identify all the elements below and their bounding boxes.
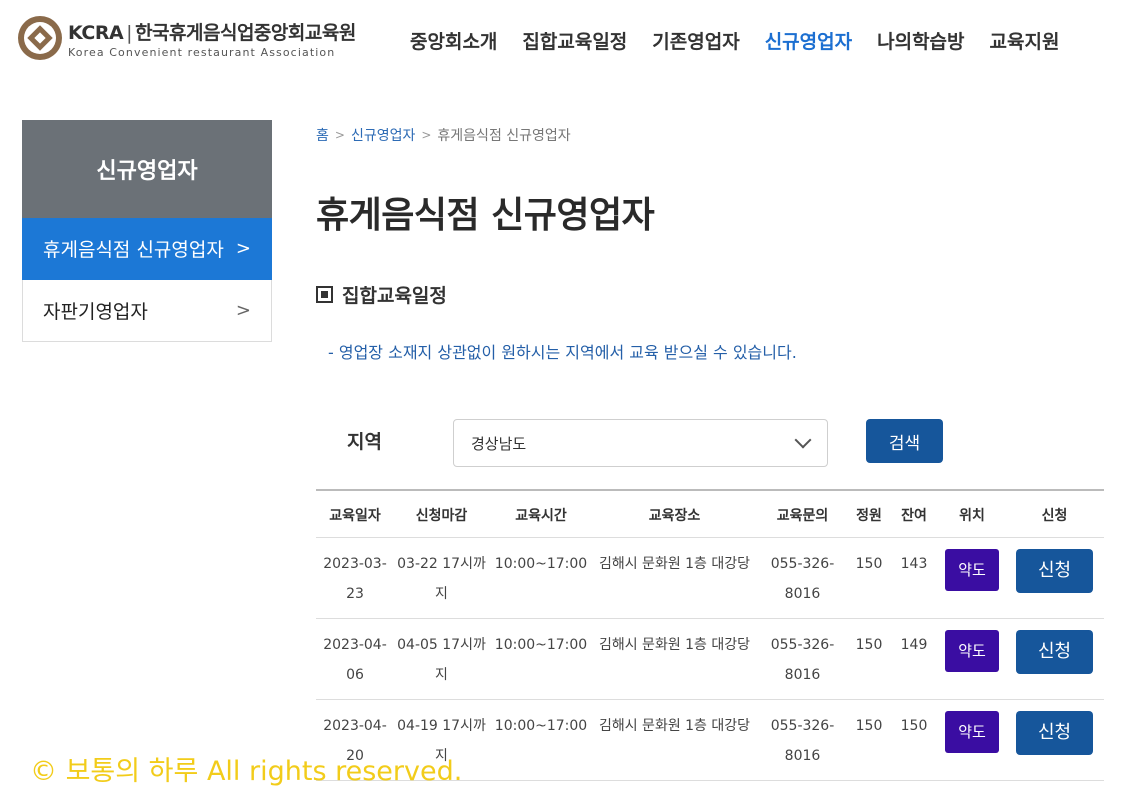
cell-contact: 055-326-8016 [756, 618, 849, 700]
cell-deadline: 04-05 17시까지 [394, 618, 489, 700]
nav-item-my-study[interactable]: 나의학습방 [877, 27, 964, 54]
cell-place: 김해시 문화원 1층 대강당 [593, 618, 756, 700]
breadcrumb-separator-icon: > [334, 128, 345, 142]
chevron-right-icon: > [235, 300, 251, 321]
site-logo[interactable]: KCRA | 한국휴게음식업중앙회교육원 Korea Convenient rest… [18, 16, 356, 60]
col-header-location: 위치 [939, 489, 1005, 538]
schedule-table: 교육일자 신청마감 교육시간 교육장소 교육문의 정원 잔여 위치 신청 202… [316, 489, 1104, 781]
sidebar-item-label: 자판기영업자 [43, 301, 148, 323]
table-row: 2023-03-23 03-22 17시까지 10:00~17:00 김해시 문… [316, 537, 1104, 619]
cell-date: 2023-04-06 [316, 618, 394, 700]
cell-remaining: 143 [889, 537, 939, 619]
col-header-date: 교육일자 [316, 489, 394, 538]
table-row: 2023-04-06 04-05 17시까지 10:00~17:00 김해시 문… [316, 618, 1104, 700]
main-nav: 중앙회소개 집합교육일정 기존영업자 신규영업자 나의학습방 교육지원 [410, 27, 1084, 54]
square-bullet-icon [316, 286, 333, 303]
region-select[interactable]: 경상남도 [453, 419, 828, 467]
cell-remaining: 149 [889, 618, 939, 700]
apply-button[interactable]: 신청 [1016, 630, 1093, 674]
page-title: 휴게음식점 신규영업자 [316, 195, 655, 236]
cell-apply: 신청 [1005, 618, 1104, 700]
nav-item-new-business[interactable]: 신규영업자 [765, 27, 852, 54]
nav-item-existing-business[interactable]: 기존영업자 [652, 27, 739, 54]
col-header-deadline: 신청마감 [394, 489, 489, 538]
col-header-remaining: 잔여 [889, 489, 939, 538]
col-header-capacity: 정원 [849, 489, 889, 538]
table-header-row: 교육일자 신청마감 교육시간 교육장소 교육문의 정원 잔여 위치 신청 [316, 489, 1104, 538]
apply-button[interactable]: 신청 [1016, 549, 1093, 593]
search-button[interactable]: 검색 [866, 419, 943, 463]
col-header-time: 교육시간 [489, 489, 593, 538]
breadcrumb-separator-icon: > [421, 128, 432, 142]
col-header-contact: 교육문의 [756, 489, 849, 538]
nav-item-edu-support[interactable]: 교육지원 [990, 27, 1060, 54]
map-button[interactable]: 약도 [945, 630, 999, 672]
notice-text: - 영업장 소재지 상관없이 원하시는 지역에서 교육 받으실 수 있습니다. [328, 343, 797, 362]
logo-title: KCRA | 한국휴게음식업중앙회교육원 [68, 21, 356, 44]
region-select-value: 경상남도 [471, 434, 527, 453]
cell-apply: 신청 [1005, 537, 1104, 619]
cell-location: 약도 [939, 699, 1005, 781]
col-header-apply: 신청 [1005, 489, 1104, 538]
breadcrumb-home[interactable]: 홈 [316, 125, 329, 145]
chevron-right-icon: > [235, 238, 251, 259]
nav-item-about[interactable]: 중앙회소개 [410, 27, 497, 54]
sidebar-item-label: 휴게음식점 신규영업자 [43, 239, 224, 261]
logo-name: 한국휴게음식업중앙회교육원 [135, 21, 356, 44]
cell-place: 김해시 문화원 1층 대강당 [593, 699, 756, 781]
sidebar: 신규영업자 휴게음식점 신규영업자 > 자판기영업자 > [22, 120, 272, 342]
cell-date: 2023-03-23 [316, 537, 394, 619]
cell-deadline: 03-22 17시까지 [394, 537, 489, 619]
cell-remaining: 150 [889, 699, 939, 781]
cell-location: 약도 [939, 537, 1005, 619]
cell-place: 김해시 문화원 1층 대강당 [593, 537, 756, 619]
breadcrumb-current: 휴게음식점 신규영업자 [437, 128, 571, 144]
chevron-down-icon [794, 431, 812, 449]
cell-location: 약도 [939, 618, 1005, 700]
logo-text: KCRA | 한국휴게음식업중앙회교육원 Korea Convenient rest… [68, 18, 356, 59]
cell-contact: 055-326-8016 [756, 537, 849, 619]
apply-button[interactable]: 신청 [1016, 711, 1093, 755]
site-header: KCRA | 한국휴게음식업중앙회교육원 Korea Convenient rest… [0, 0, 1121, 80]
sidebar-item-vending[interactable]: 자판기영업자 > [22, 280, 272, 342]
region-label: 지역 [347, 431, 382, 453]
logo-emblem-icon [18, 16, 62, 60]
cell-capacity: 150 [849, 537, 889, 619]
sidebar-title: 신규영업자 [22, 120, 272, 218]
map-button[interactable]: 약도 [945, 711, 999, 753]
cell-apply: 신청 [1005, 699, 1104, 781]
copyright-watermark: © 보통의 하루 All rights reserved. [30, 756, 463, 787]
logo-subtitle: Korea Convenient restaurant Association [68, 45, 336, 59]
breadcrumb-new-business[interactable]: 신규영업자 [351, 125, 415, 145]
section-title: 집합교육일정 [316, 281, 447, 308]
cell-time: 10:00~17:00 [489, 618, 593, 700]
col-header-place: 교육장소 [593, 489, 756, 538]
section-title-text: 집합교육일정 [342, 285, 447, 307]
sidebar-item-restaurant-new[interactable]: 휴게음식점 신규영업자 > [22, 218, 272, 280]
cell-capacity: 150 [849, 618, 889, 700]
logo-acronym: KCRA [68, 21, 124, 44]
cell-contact: 055-326-8016 [756, 699, 849, 781]
cell-capacity: 150 [849, 699, 889, 781]
breadcrumb: 홈 > 신규영업자 > 휴게음식점 신규영업자 [316, 125, 571, 145]
cell-time: 10:00~17:00 [489, 699, 593, 781]
map-button[interactable]: 약도 [945, 549, 999, 591]
nav-item-schedule[interactable]: 집합교육일정 [522, 27, 627, 54]
cell-time: 10:00~17:00 [489, 537, 593, 619]
